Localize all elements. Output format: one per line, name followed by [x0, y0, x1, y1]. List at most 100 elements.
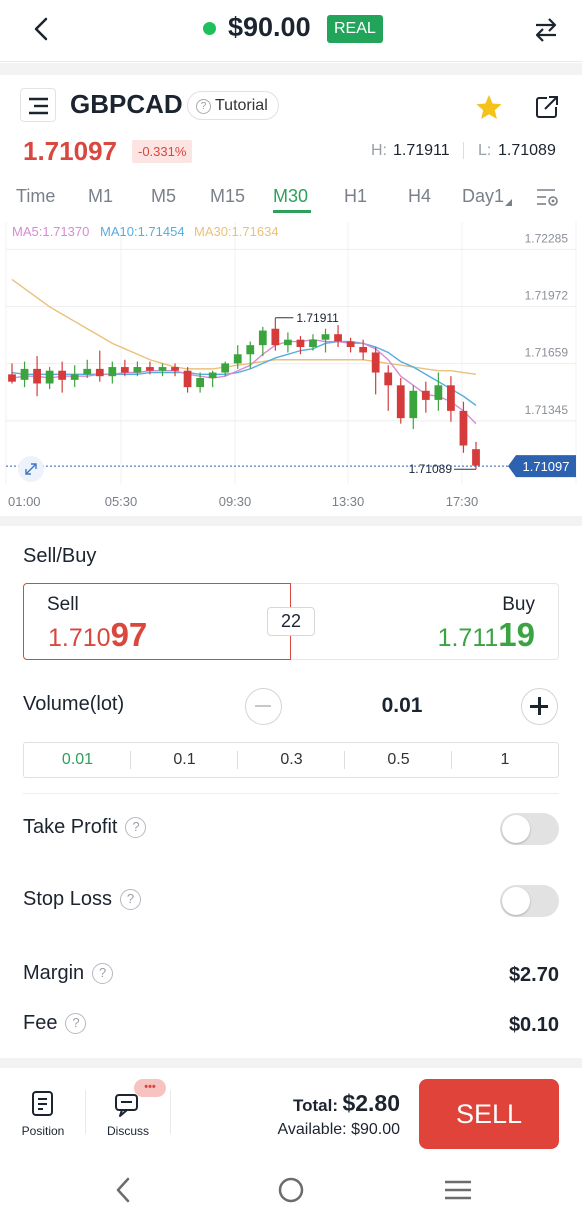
sell-price-big: 97 [110, 616, 148, 653]
tab-m5[interactable]: M5 [151, 186, 176, 207]
buy-label: Buy [502, 594, 535, 615]
system-home-icon[interactable] [277, 1176, 305, 1204]
y-tick-label: 1.71659 [525, 346, 569, 360]
volume-value[interactable]: 0.01 [350, 694, 454, 718]
ma5-legend: MA5:1.71370 [12, 224, 90, 239]
candle-body [158, 367, 167, 371]
help-icon[interactable]: ? [65, 1013, 87, 1035]
tab-h4[interactable]: H4 [408, 186, 431, 207]
candle-body [309, 339, 317, 347]
tab-m1[interactable]: M1 [88, 186, 113, 207]
candle-body [434, 385, 443, 400]
tab-h1[interactable]: H1 [344, 186, 367, 207]
margin-label: Margin [23, 962, 85, 984]
account-type-badge[interactable]: REAL [327, 15, 383, 43]
candle-body [447, 385, 455, 411]
stop-loss-toggle[interactable] [500, 885, 559, 917]
high-label: H: [371, 142, 387, 159]
help-icon: ? [196, 99, 211, 114]
tab-m30[interactable]: M30 [273, 186, 308, 207]
ma5-line [11, 338, 477, 425]
x-tick-label: 05:30 [105, 494, 138, 509]
system-back-icon[interactable] [113, 1177, 133, 1203]
section-title: Sell/Buy [23, 545, 97, 567]
margin-row: Margin? [23, 962, 114, 985]
expand-chart-button[interactable] [18, 456, 44, 482]
top-bar: $90.00 REAL [0, 0, 582, 62]
candle-body [196, 378, 204, 388]
tab-m15[interactable]: M15 [210, 186, 245, 207]
buy-price: 1.71119 [438, 616, 535, 654]
fee-value: $0.10 [508, 1014, 559, 1036]
current-price: 1.71097 [23, 136, 117, 166]
y-tick-label: 1.71972 [525, 288, 569, 302]
take-profit-label: Take Profit [23, 816, 118, 838]
sell-price-button[interactable]: Sell 1.71097 [23, 583, 291, 660]
candle-body [108, 367, 117, 377]
candle-body [359, 346, 368, 353]
lot-option[interactable]: 0.3 [238, 743, 345, 777]
candle-body [296, 339, 305, 347]
candle-body [472, 449, 480, 466]
divider [0, 1058, 582, 1068]
account-balance: $90.00 [228, 12, 311, 42]
active-tab-indicator [273, 210, 311, 213]
tab-day1[interactable]: Day1 [462, 186, 504, 207]
available-value: $90.00 [351, 1121, 400, 1138]
x-tick-label: 01:00 [8, 494, 41, 509]
ma10-legend: MA10:1.71454 [100, 224, 185, 239]
tutorial-label: Tutorial [215, 97, 268, 114]
low-value: 1.71089 [498, 142, 556, 159]
chart-settings-icon[interactable] [535, 186, 561, 210]
lot-option[interactable]: 0.5 [345, 743, 452, 777]
increase-volume-button[interactable] [521, 688, 558, 725]
candle-body [321, 334, 330, 340]
spread-badge: 22 [267, 607, 315, 636]
lot-option[interactable]: 0.01 [24, 743, 131, 777]
toggle-knob [502, 887, 530, 915]
candle-body [208, 372, 217, 379]
ma30-legend: MA30:1.71634 [194, 224, 279, 239]
tutorial-button[interactable]: ? Tutorial [187, 91, 279, 120]
y-tick-label: 1.72285 [525, 231, 569, 245]
notification-badge: ••• [134, 1079, 166, 1097]
buy-price-big: 19 [498, 616, 535, 653]
decrease-volume-button[interactable] [245, 688, 282, 725]
candle-body [20, 368, 29, 380]
high-value: 1.71911 [393, 142, 450, 159]
divider [463, 142, 464, 159]
lot-option[interactable]: 0.1 [131, 743, 238, 777]
candle-body [421, 390, 430, 400]
help-icon[interactable]: ? [92, 963, 114, 985]
position-icon [32, 1091, 53, 1116]
price-chart[interactable]: 1.72285 1.71972 1.71659 1.71345 01:00 05:30 09… [0, 216, 582, 516]
help-icon[interactable]: ? [119, 889, 141, 911]
menu-button[interactable] [20, 88, 56, 122]
candle-body [409, 390, 418, 419]
candlestick-chart[interactable]: 1.72285 1.71972 1.71659 1.71345 01:00 05:30 09… [0, 216, 582, 516]
lot-option[interactable]: 1 [452, 743, 558, 777]
candle-body [83, 368, 92, 375]
star-icon[interactable] [475, 94, 503, 121]
position-button[interactable]: Position [10, 1086, 76, 1142]
back-arrow-icon[interactable] [30, 16, 52, 42]
buy-price-button[interactable]: Buy 1.71119 [291, 583, 559, 660]
system-recents-icon[interactable] [444, 1179, 472, 1201]
candle-body [258, 330, 267, 346]
tab-time[interactable]: Time [16, 186, 55, 207]
margin-value: $2.70 [508, 964, 559, 986]
ma10-line [11, 340, 477, 406]
candle-body [183, 370, 192, 388]
stop-loss-row: Stop Loss? [23, 888, 141, 911]
swap-arrows-icon[interactable] [532, 16, 560, 44]
stop-loss-label: Stop Loss [23, 888, 112, 910]
take-profit-toggle[interactable] [500, 813, 559, 845]
help-icon[interactable]: ? [125, 817, 147, 839]
total-label: Total: [292, 1096, 338, 1115]
candle-body [171, 367, 179, 371]
share-icon[interactable] [534, 94, 560, 120]
divider [0, 516, 582, 526]
sell-order-button[interactable]: SELL [419, 1079, 559, 1149]
instrument-symbol[interactable]: GBPCAD [70, 89, 183, 120]
menu-icon [29, 97, 48, 115]
